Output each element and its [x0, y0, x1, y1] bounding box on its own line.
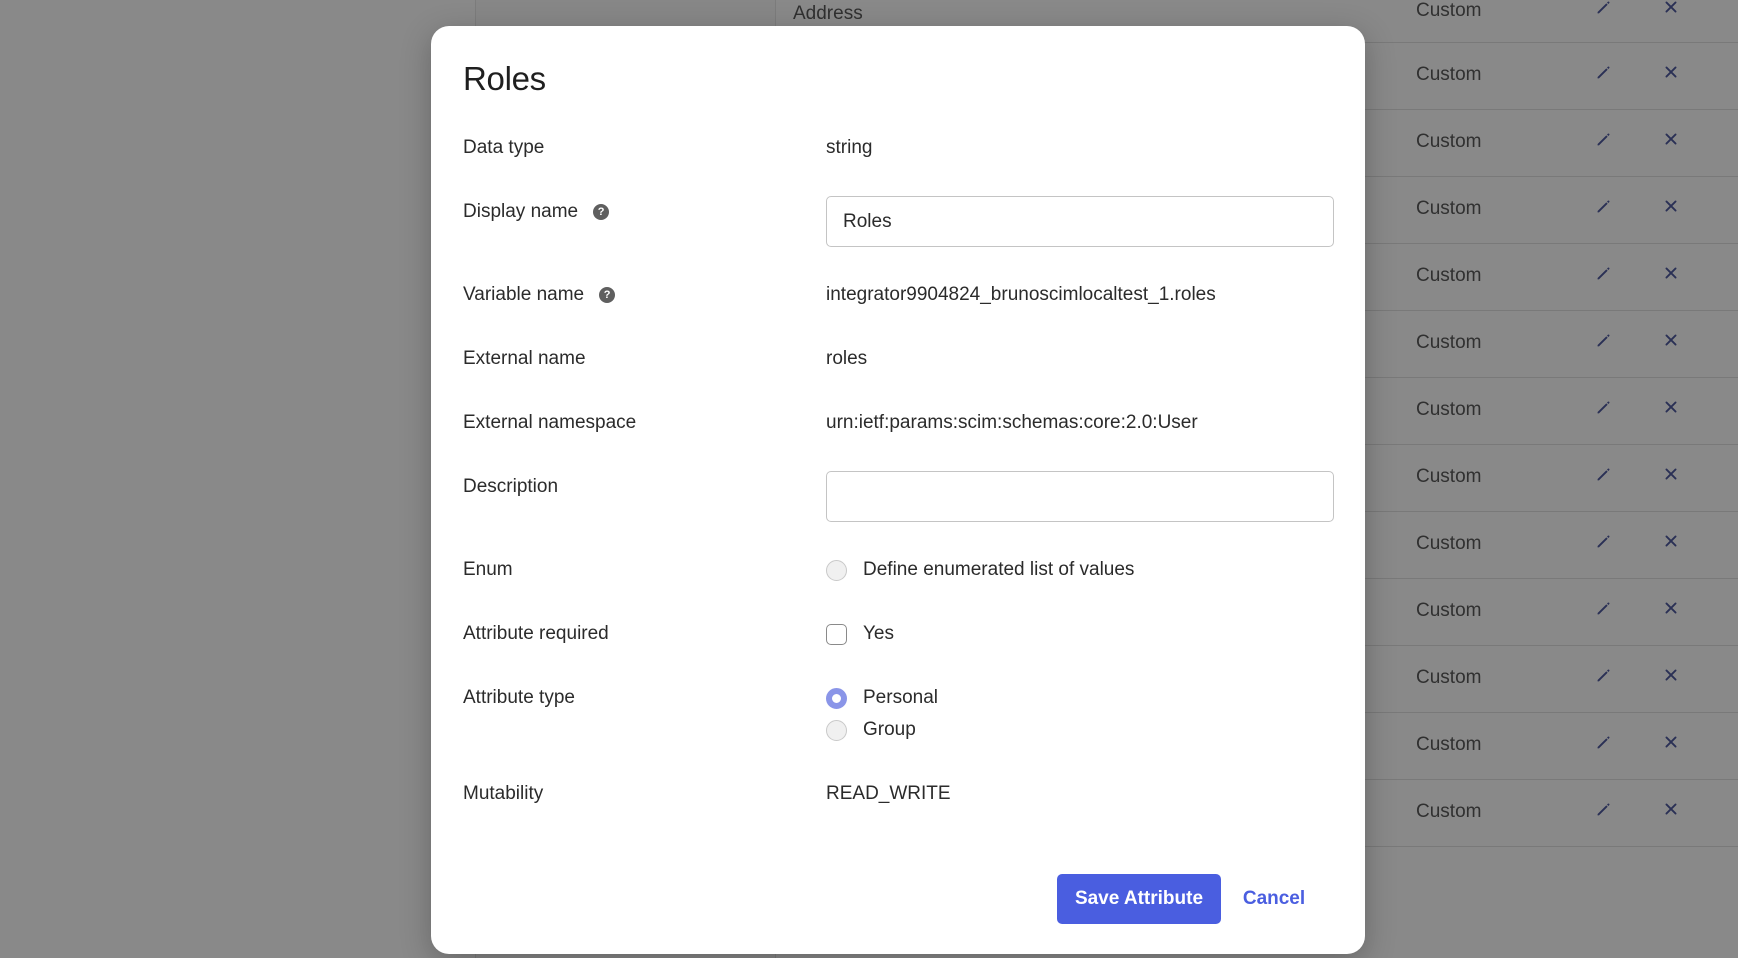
data-type-value: string [826, 137, 873, 158]
description-label: Description [463, 476, 559, 497]
description-input[interactable] [826, 471, 1334, 522]
dialog-title: Roles [463, 60, 546, 97]
mutability-label: Mutability [463, 783, 544, 804]
attribute-type-group[interactable]: Group [826, 719, 916, 741]
enum-radio[interactable] [826, 559, 847, 581]
external-name-value: roles [826, 348, 868, 369]
mutability-value: READ_WRITE [826, 783, 951, 804]
help-icon[interactable]: ? [593, 204, 610, 220]
external-namespace-label: External namespace [463, 412, 637, 433]
group-option-label: Group [863, 719, 916, 740]
variable-name-value: integrator9904824_brunoscimlocaltest_1.r… [826, 284, 1216, 305]
data-type-label: Data type [463, 137, 545, 158]
personal-radio[interactable] [826, 687, 847, 709]
enum-label: Enum [463, 559, 513, 580]
save-attribute-button[interactable]: Save Attribute [1057, 874, 1221, 924]
display-name-label: Display name ? [463, 201, 610, 223]
variable-name-label: Variable name ? [463, 284, 616, 306]
attribute-type-personal[interactable]: Personal [826, 687, 938, 709]
attribute-required-label: Attribute required [463, 623, 609, 644]
attribute-required-option[interactable]: Yes [826, 623, 894, 645]
required-checkbox[interactable] [826, 623, 847, 645]
edit-attribute-dialog: Roles Data type string Display name ? Va… [431, 26, 1365, 954]
display-name-input[interactable] [826, 196, 1334, 247]
cancel-button[interactable]: Cancel [1229, 874, 1319, 924]
enum-option[interactable]: Define enumerated list of values [826, 559, 1134, 581]
group-radio[interactable] [826, 719, 847, 741]
personal-option-label: Personal [863, 687, 938, 708]
required-option-label: Yes [863, 623, 894, 644]
attribute-type-label: Attribute type [463, 687, 575, 708]
external-namespace-value: urn:ietf:params:scim:schemas:core:2.0:Us… [826, 412, 1198, 433]
help-icon[interactable]: ? [599, 287, 616, 303]
enum-option-label: Define enumerated list of values [863, 559, 1135, 580]
external-name-label: External name [463, 348, 586, 369]
